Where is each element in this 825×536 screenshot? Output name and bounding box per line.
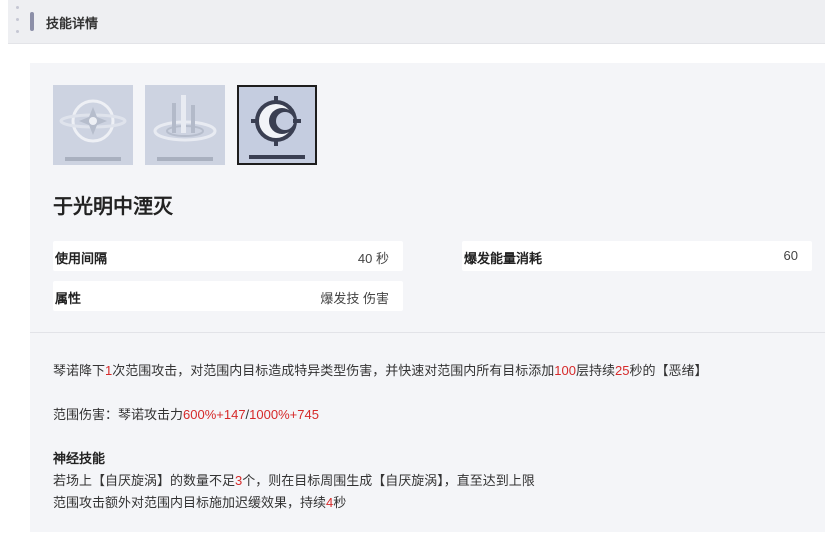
interval-label: 使用间隔 <box>55 251 108 266</box>
section-header: 技能详情 <box>8 0 825 44</box>
attribute-value: 爆发技 伤害 <box>320 291 389 306</box>
skill-detail-panel: 于光明中湮灭 使用间隔 40 秒 爆发能量消耗 60 属性 爆发技 伤害 琴诺降… <box>30 63 825 532</box>
text: 琴诺降下 <box>53 363 106 378</box>
skill-name: 于光明中湮灭 <box>53 196 173 218</box>
text: 范围伤害：琴诺攻击力 <box>53 407 184 422</box>
text: 个，则在目标周围生成【自厌旋涡】，直至达到上限 <box>242 473 535 488</box>
text: 若场上【自厌旋涡】的数量不足 <box>53 473 236 488</box>
skill-3-tab[interactable] <box>237 85 317 165</box>
skill-1-icon <box>53 85 133 165</box>
skill-3-icon <box>239 87 315 163</box>
energy-row: 爆发能量消耗 60 <box>462 241 812 271</box>
skill-2-icon <box>145 85 225 165</box>
attribute-row: 属性 爆发技 伤害 <box>53 281 403 311</box>
text: 秒 <box>333 495 347 510</box>
description-line-1: 琴诺降下1次范围攻击，对范围内目标造成特异类型伤害，并快速对范围内所有目标添加1… <box>53 360 707 379</box>
header-accent-bar <box>30 12 34 31</box>
description-line-2: 范围伤害：琴诺攻击力600%+147/1000%+745 <box>53 404 319 423</box>
stack-count: 100 <box>554 363 576 378</box>
neural-skill-title: 神经技能 <box>53 451 106 466</box>
duration-seconds: 25 <box>614 363 630 378</box>
header-decoration <box>16 6 20 36</box>
skill-2-tab[interactable] <box>145 85 225 165</box>
section-title: 技能详情 <box>46 16 99 31</box>
attribute-label: 属性 <box>55 291 82 306</box>
text: 次范围攻击，对范围内目标造成特异类型伤害，并快速对范围内所有目标添加 <box>112 363 555 378</box>
interval-row: 使用间隔 40 秒 <box>53 241 403 271</box>
damage-ratio-1: 600%+147 <box>183 407 246 422</box>
interval-value: 40 秒 <box>357 251 389 266</box>
energy-label: 爆发能量消耗 <box>464 251 543 266</box>
text: 层持续 <box>575 363 615 378</box>
damage-ratio-2: 1000%+745 <box>249 407 319 422</box>
text: 范围攻击额外对范围内目标施加迟缓效果，持续 <box>53 495 327 510</box>
description-line-3: 若场上【自厌旋涡】的数量不足3个，则在目标周围生成【自厌旋涡】，直至达到上限 <box>53 470 535 489</box>
skill-1-tab[interactable] <box>53 85 133 165</box>
divider <box>30 332 825 333</box>
energy-value: 60 <box>783 248 798 263</box>
description-line-4: 范围攻击额外对范围内目标施加迟缓效果，持续4秒 <box>53 492 346 511</box>
text: 秒的【恶绪】 <box>629 363 708 378</box>
